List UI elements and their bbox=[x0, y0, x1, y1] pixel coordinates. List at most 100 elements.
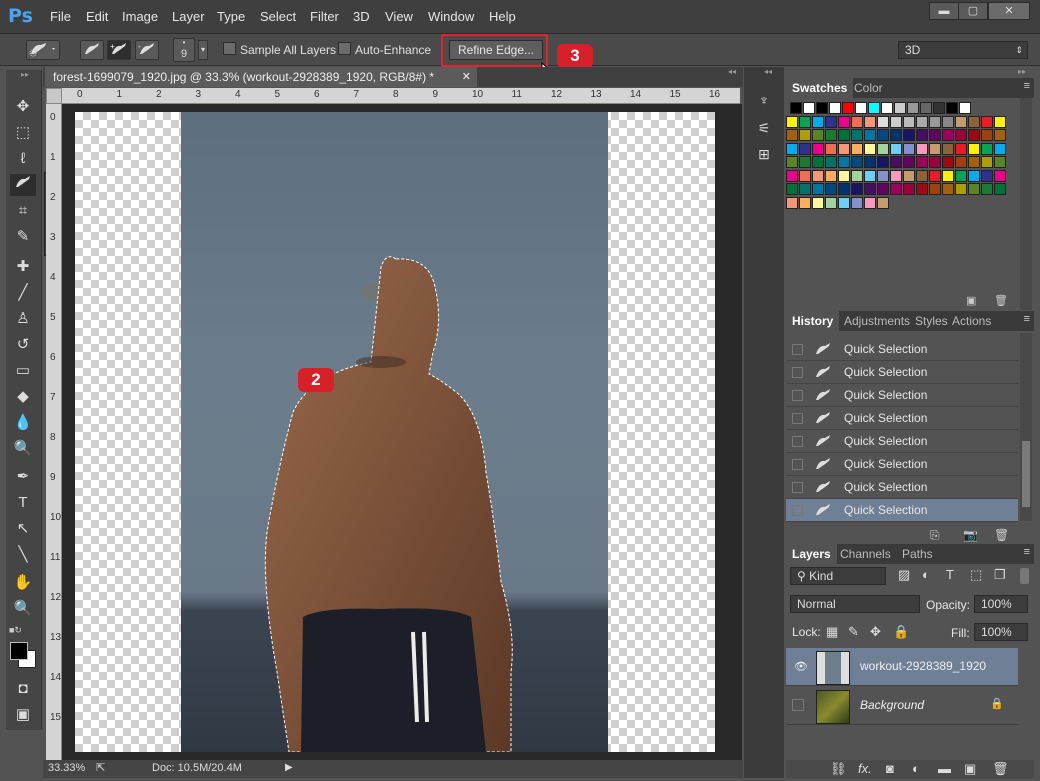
menu-filter[interactable]: Filter bbox=[310, 9, 339, 24]
swatch[interactable] bbox=[916, 156, 928, 168]
history-source-checkbox[interactable] bbox=[792, 344, 803, 355]
swatch[interactable] bbox=[890, 156, 902, 168]
swatch[interactable] bbox=[916, 115, 928, 128]
swatch[interactable] bbox=[903, 169, 915, 182]
blur-tool-icon[interactable]: 💧 bbox=[10, 412, 36, 434]
swatch[interactable] bbox=[955, 115, 967, 128]
swatch[interactable] bbox=[955, 129, 967, 141]
history-source-checkbox[interactable] bbox=[792, 459, 803, 470]
swatch[interactable] bbox=[838, 183, 850, 195]
swatch[interactable] bbox=[877, 183, 889, 195]
menu-3d[interactable]: 3D bbox=[353, 9, 370, 24]
new-adjustment-icon[interactable]: ◐ bbox=[912, 761, 920, 776]
swatch[interactable] bbox=[968, 129, 980, 141]
swatch[interactable] bbox=[907, 102, 919, 114]
swatch[interactable] bbox=[877, 169, 889, 182]
swatch[interactable] bbox=[916, 169, 928, 182]
swatch[interactable] bbox=[799, 129, 811, 141]
panels-collapse-icon[interactable]: ▸▸ bbox=[1018, 67, 1026, 76]
history-source-checkbox[interactable] bbox=[792, 436, 803, 447]
tool-presets-icon[interactable]: ⚟ bbox=[752, 120, 776, 142]
swatch[interactable] bbox=[942, 156, 954, 168]
path-selection-tool-icon[interactable]: ↖ bbox=[10, 518, 36, 540]
swatch[interactable] bbox=[799, 196, 811, 209]
swatch[interactable] bbox=[942, 183, 954, 195]
swatch[interactable] bbox=[955, 183, 967, 195]
swatch[interactable] bbox=[838, 196, 850, 209]
filter-smart-object-icon[interactable]: ❐ bbox=[994, 567, 1006, 583]
swatch[interactable] bbox=[812, 183, 824, 195]
brush-presets-icon[interactable]: ♆ bbox=[752, 92, 776, 114]
swatch[interactable] bbox=[890, 169, 902, 182]
layer-row-background[interactable]: Background 🔒 bbox=[786, 687, 1018, 725]
menu-file[interactable]: File bbox=[50, 9, 71, 24]
swatch[interactable] bbox=[829, 102, 841, 114]
swatch[interactable] bbox=[786, 129, 798, 141]
swatch[interactable] bbox=[838, 142, 850, 155]
swatch[interactable] bbox=[786, 183, 798, 195]
history-source-checkbox[interactable] bbox=[792, 505, 803, 516]
swatch[interactable] bbox=[851, 183, 863, 195]
swatch[interactable] bbox=[968, 115, 980, 128]
swatch[interactable] bbox=[851, 142, 863, 155]
swatch[interactable] bbox=[864, 142, 876, 155]
healing-brush-tool-icon[interactable]: ✚ bbox=[10, 256, 36, 278]
swatch[interactable] bbox=[981, 183, 993, 195]
swatch[interactable] bbox=[890, 142, 902, 155]
fill-input[interactable]: 100% bbox=[974, 623, 1028, 641]
history-state[interactable]: Quick Selection bbox=[786, 499, 1018, 522]
swatch[interactable] bbox=[786, 142, 798, 155]
workspace-select[interactable]: 3D ⇕ bbox=[898, 41, 1028, 59]
tab-channels[interactable]: Channels bbox=[834, 544, 897, 564]
swatch[interactable] bbox=[890, 129, 902, 141]
swatch[interactable] bbox=[955, 156, 967, 168]
swatch[interactable] bbox=[799, 169, 811, 182]
swatch[interactable] bbox=[799, 142, 811, 155]
swatch[interactable] bbox=[812, 142, 824, 155]
swatch[interactable] bbox=[890, 183, 902, 195]
menu-type[interactable]: Type bbox=[217, 9, 245, 24]
history-state[interactable]: Quick Selection bbox=[786, 453, 1018, 476]
swatch[interactable] bbox=[825, 196, 837, 209]
swatch[interactable] bbox=[851, 169, 863, 182]
swatch[interactable] bbox=[994, 142, 1006, 155]
swatch[interactable] bbox=[790, 102, 802, 114]
swatch[interactable] bbox=[838, 129, 850, 141]
filter-pixel-icon[interactable]: ▨ bbox=[898, 567, 910, 583]
swatch[interactable] bbox=[929, 129, 941, 141]
lock-all-icon[interactable]: 🔒 bbox=[893, 624, 909, 640]
move-tool-icon[interactable]: ✥ bbox=[10, 96, 36, 118]
menu-layer[interactable]: Layer bbox=[172, 9, 205, 24]
add-mask-icon[interactable]: ◙ bbox=[886, 761, 894, 776]
new-selection-icon[interactable] bbox=[80, 40, 104, 60]
history-state[interactable]: Quick Selection bbox=[786, 361, 1018, 384]
menu-image[interactable]: Image bbox=[122, 9, 158, 24]
crop-tool-icon[interactable]: ⌗ bbox=[10, 200, 36, 222]
swatch[interactable] bbox=[881, 102, 893, 114]
new-layer-icon[interactable]: ▣ bbox=[964, 761, 976, 777]
swatch[interactable] bbox=[994, 156, 1006, 168]
swatch[interactable] bbox=[916, 142, 928, 155]
filter-shape-icon[interactable]: ⬚ bbox=[970, 567, 982, 583]
swatch[interactable] bbox=[877, 115, 889, 128]
swatch[interactable] bbox=[959, 102, 971, 114]
history-menu-icon[interactable]: ≡ bbox=[1024, 313, 1030, 325]
toolbox-collapse-icon[interactable]: ▸▸ bbox=[8, 70, 42, 80]
swatch[interactable] bbox=[968, 183, 980, 195]
history-source-checkbox[interactable] bbox=[792, 482, 803, 493]
swatch[interactable] bbox=[851, 115, 863, 128]
swatch[interactable] bbox=[929, 115, 941, 128]
swatch[interactable] bbox=[968, 169, 980, 182]
subtract-from-selection-icon[interactable]: - bbox=[135, 40, 159, 60]
swatch[interactable] bbox=[812, 196, 824, 209]
zoom-level[interactable]: 33.33% bbox=[48, 762, 85, 774]
lasso-tool-icon[interactable]: ℓ bbox=[10, 148, 36, 170]
dodge-tool-icon[interactable]: 🔍 bbox=[10, 438, 36, 460]
line-tool-icon[interactable]: ╲ bbox=[10, 544, 36, 566]
lock-image-icon[interactable]: ✎ bbox=[848, 624, 859, 640]
swatch[interactable] bbox=[942, 115, 954, 128]
properties-icon[interactable]: ⊞ bbox=[752, 146, 776, 168]
swatch[interactable] bbox=[855, 102, 867, 114]
document-tab[interactable]: forest-1699079_1920.jpg @ 33.3% (workout… bbox=[45, 67, 477, 87]
tab-swatches[interactable]: Swatches bbox=[786, 78, 854, 98]
